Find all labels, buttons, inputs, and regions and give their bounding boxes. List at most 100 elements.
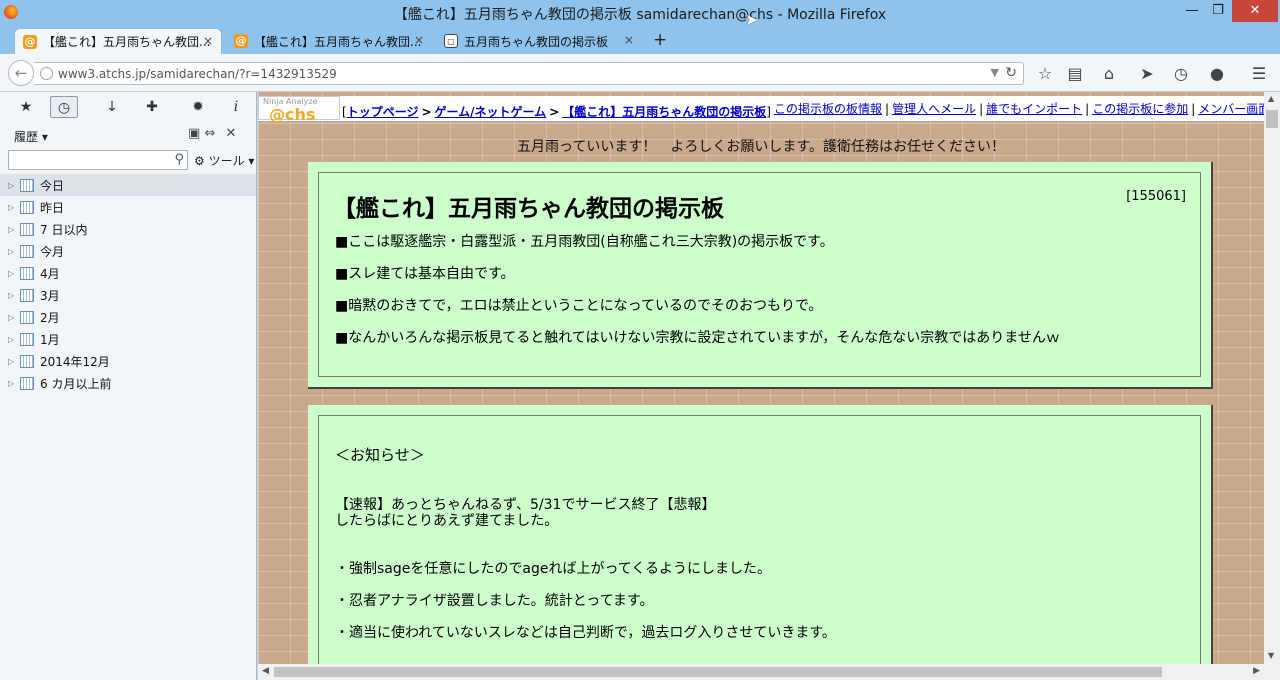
join-board-link[interactable]: この掲示板に参加: [1092, 102, 1188, 116]
tools-menu-button[interactable]: ⚙ ツール ▾: [194, 152, 254, 169]
window-title: 【艦これ】五月雨ちゃん教団の掲示板 samidarechan@chs - Moz…: [393, 7, 887, 23]
panel-frame: ＜お知らせ＞ 【速報】あっとちゃんねるず、5/31でサービス終了【悲報】 したら…: [318, 415, 1201, 664]
history-item[interactable]: ▷ 今日: [0, 174, 256, 196]
navigation-toolbar: ← www3.atchs.jp/samidarechan/?r=14329135…: [0, 54, 1280, 92]
calendar-icon: [20, 354, 34, 368]
expand-arrow-icon[interactable]: ▷: [8, 357, 18, 366]
calendar-icon: [20, 200, 34, 214]
board-links: この掲示板の板情報 | 管理人へメール | 誰でもインポート | この掲示板に参加 | メンバー…: [774, 100, 1264, 117]
scroll-left-icon[interactable]: ◀: [262, 666, 269, 676]
expand-arrow-icon[interactable]: ▷: [8, 313, 18, 322]
expand-arrow-icon[interactable]: ▷: [8, 247, 18, 256]
at-icon: @: [23, 34, 37, 49]
menu-icon[interactable]: ☰: [1249, 64, 1269, 83]
address-bar[interactable]: www3.atchs.jp/samidarechan/?r=1432913529…: [34, 62, 1024, 85]
calendar-icon: [20, 310, 34, 324]
calendar-icon: [20, 178, 34, 192]
sidebar-close-icon[interactable]: ✕: [225, 126, 236, 141]
horizontal-scrollbar[interactable]: ◀ ▶: [258, 664, 1264, 680]
notice-line: ・強制sageを任意にしたのでageれば上がってくるようにしました。: [335, 561, 772, 577]
expand-arrow-icon[interactable]: ▷: [8, 379, 18, 388]
tab-close-icon[interactable]: ×: [624, 33, 634, 47]
history-item[interactable]: ▷ 昨日: [0, 196, 256, 218]
scroll-corner: [1264, 664, 1280, 680]
url-text[interactable]: www3.atchs.jp/samidarechan/?r=1432913529: [58, 67, 337, 81]
title-bar: 【艦これ】五月雨ちゃん教団の掲示板 samidarechan@chs - Moz…: [0, 0, 1280, 29]
reload-icon[interactable]: ↻: [1005, 65, 1017, 81]
history-sidebar-icon[interactable]: ◷: [50, 96, 78, 118]
maximize-button[interactable]: ❐: [1204, 0, 1232, 22]
tab-label: 五月雨ちゃん教団の掲示板: [464, 34, 609, 49]
tab-label: 【艦これ】五月雨ちゃん教団...: [254, 34, 422, 49]
expand-arrow-icon[interactable]: ▷: [8, 225, 18, 234]
vertical-scrollbar[interactable]: ▲ ▼: [1264, 92, 1280, 664]
link-sep: |: [885, 102, 890, 116]
scroll-thumb[interactable]: [274, 667, 1162, 677]
scroll-right-icon[interactable]: ▶: [1253, 666, 1260, 676]
link-sep: |: [1191, 102, 1196, 116]
import-link[interactable]: 誰でもインポート: [986, 102, 1082, 116]
history-search-input[interactable]: ⚲: [8, 150, 188, 170]
history-item[interactable]: ▷ 今月: [0, 240, 256, 262]
scroll-up-icon[interactable]: ▲: [1268, 94, 1274, 103]
sidebar-swap-icon[interactable]: ⇔: [204, 126, 215, 141]
notice-line: ・適当に使われていないスレなどは自己判断で，過去ログ入りさせていきます。: [335, 625, 836, 641]
history-item-label: 1月: [40, 332, 60, 347]
expand-arrow-icon[interactable]: ▷: [8, 269, 18, 278]
bookmarks-sidebar-icon[interactable]: ★: [12, 96, 40, 118]
history-item[interactable]: ▷ 2014年12月: [0, 350, 256, 372]
info-icon[interactable]: i: [222, 96, 250, 118]
home-icon[interactable]: ⌂: [1099, 64, 1119, 83]
reading-list-icon[interactable]: ▤: [1065, 64, 1085, 83]
notice-line: したらばにとりあえず建てました。: [335, 513, 559, 529]
history-item[interactable]: ▷ 4月: [0, 262, 256, 284]
history-item-label: 6 カ月以上前: [40, 376, 112, 391]
rule-line: ■スレ建ては基本自由です。: [335, 266, 515, 282]
crumb-board-link[interactable]: 【艦これ】五月雨ちゃん教団の掲示板: [562, 105, 766, 119]
expand-arrow-icon[interactable]: ▷: [8, 181, 18, 190]
tab-3[interactable]: ▢ 五月雨ちゃん教団の掲示板 ×: [436, 28, 642, 54]
tab-2[interactable]: @ 【艦これ】五月雨ちゃん教団... ×: [226, 28, 432, 54]
new-tab-button[interactable]: +: [653, 30, 667, 50]
url-dropdown-icon[interactable]: ▼: [991, 66, 999, 79]
atchs-logo[interactable]: Ninja Analyze @chs: [258, 96, 340, 124]
history-item[interactable]: ▷ 3月: [0, 284, 256, 306]
minimize-button[interactable]: —: [1178, 0, 1206, 22]
tools-label: ツール ▾: [208, 154, 255, 168]
page-title: 【艦これ】五月雨ちゃん教団の掲示板: [333, 196, 724, 222]
expand-arrow-icon[interactable]: ▷: [8, 203, 18, 212]
scroll-down-icon[interactable]: ▼: [1268, 651, 1274, 660]
back-button[interactable]: ←: [8, 60, 34, 86]
history-item[interactable]: ▷ 2月: [0, 306, 256, 328]
bookmark-star-icon[interactable]: ☆: [1035, 64, 1055, 83]
sidebar-toolbar: ★ ◷ ↓ ✚ ✹ i: [6, 96, 252, 118]
gear-burst-icon[interactable]: ✹: [184, 96, 212, 118]
close-window-button[interactable]: ✕: [1232, 0, 1278, 22]
link-sep: |: [1085, 102, 1090, 116]
expand-arrow-icon[interactable]: ▷: [8, 291, 18, 300]
history-item-label: 今月: [40, 244, 65, 259]
member-page-link[interactable]: メンバー画面: [1198, 102, 1264, 116]
chat-icon[interactable]: ●: [1207, 64, 1227, 83]
scroll-thumb[interactable]: [1266, 110, 1278, 128]
expand-arrow-icon[interactable]: ▷: [8, 335, 18, 344]
addons-puzzle-icon[interactable]: ✚: [138, 96, 166, 118]
history-clock-icon[interactable]: ◷: [1171, 64, 1191, 83]
crumb-sep: >: [421, 105, 432, 119]
tab-1[interactable]: @ 【艦これ】五月雨ちゃん教団... ×: [14, 28, 222, 54]
send-icon[interactable]: ➤: [1137, 64, 1157, 83]
crumb-category-link[interactable]: ゲーム/ネットゲーム: [435, 105, 547, 119]
tab-close-icon[interactable]: ×: [203, 34, 213, 48]
tab-close-icon[interactable]: ×: [414, 33, 424, 47]
sidebar-dock-icon[interactable]: ▣: [188, 126, 200, 141]
history-item-label: 7 日以内: [40, 222, 88, 237]
crumb-top-link[interactable]: トップページ: [347, 105, 419, 119]
sidebar-controls: ▣ ⇔ ✕: [188, 126, 236, 141]
downloads-icon[interactable]: ↓: [98, 96, 126, 118]
sidebar-heading[interactable]: 履歴 ▾: [14, 128, 48, 145]
history-item[interactable]: ▷ 7 日以内: [0, 218, 256, 240]
mail-admin-link[interactable]: 管理人へメール: [892, 102, 976, 116]
history-item[interactable]: ▷ 1月: [0, 328, 256, 350]
history-item[interactable]: ▷ 6 カ月以上前: [0, 372, 256, 394]
board-info-link[interactable]: この掲示板の板情報: [774, 102, 882, 116]
